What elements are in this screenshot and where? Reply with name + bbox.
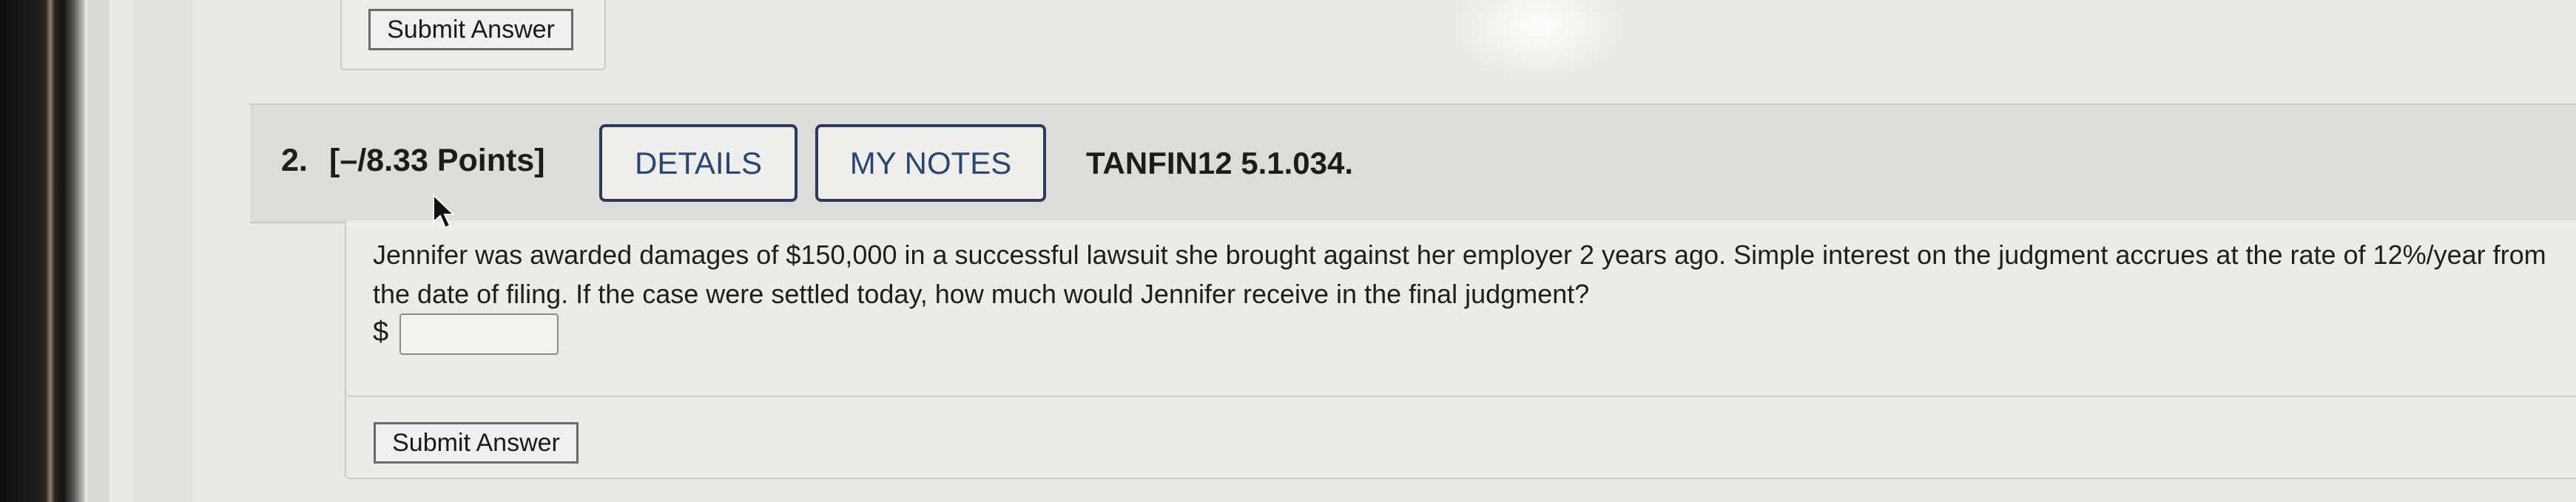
details-button[interactable]: DETAILS [599,124,798,202]
question-code: TANFIN12 5.1.034. [1086,146,1354,180]
mouse-pointer-icon [433,194,456,229]
screen-glare [1450,0,1628,81]
answer-divider [345,396,2576,397]
question-text: Jennifer was awarded damages of $150,000… [373,240,2546,309]
screen-edge-shade-2 [133,0,192,502]
question-points: [–/8.33 Points] [329,143,545,178]
currency-symbol: $ [373,316,389,347]
monitor-bezel [0,0,85,502]
submit-answer-button[interactable]: Submit Answer [374,422,579,464]
screen-edge-shade [87,0,109,502]
my-notes-button[interactable]: MY NOTES [815,124,1046,202]
question-number: 2. [281,143,308,178]
previous-submit-answer-button[interactable]: Submit Answer [368,9,573,50]
answer-input[interactable] [399,313,559,355]
